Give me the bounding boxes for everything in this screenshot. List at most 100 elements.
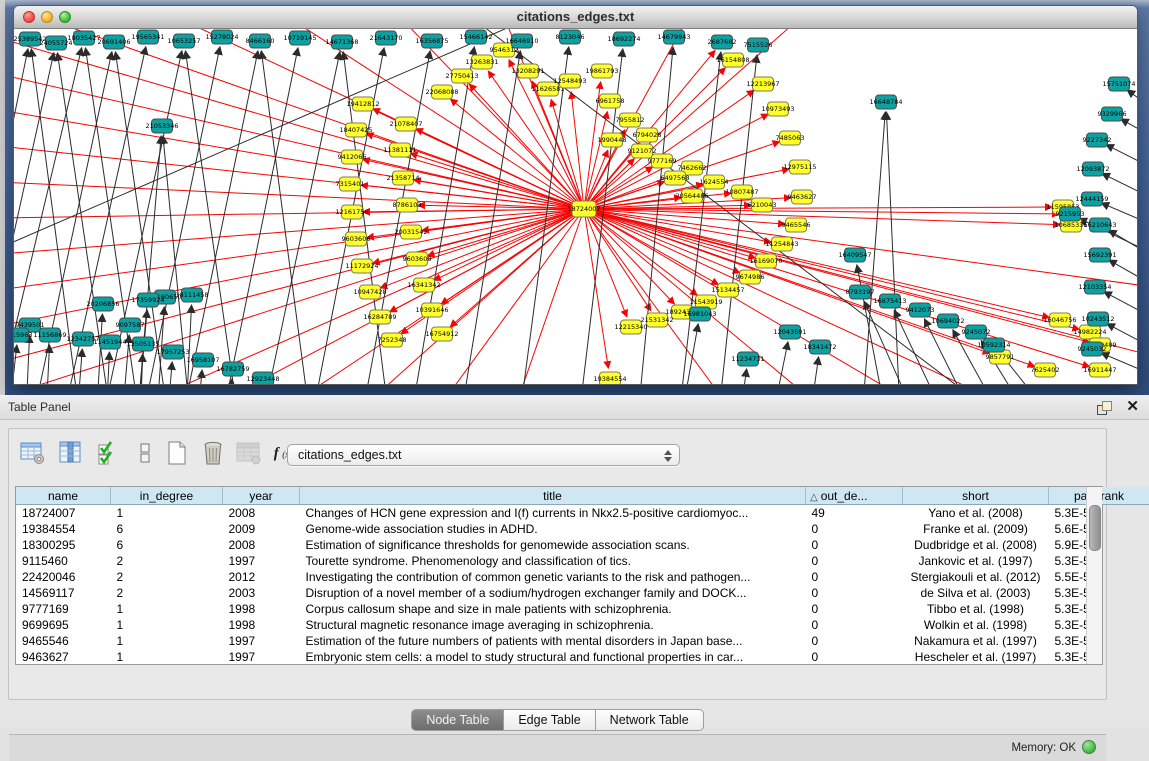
table-cell[interactable]: Investigating the contribution of common… — [300, 569, 806, 585]
table-cell[interactable]: Changes of HCN gene expression and I(f) … — [300, 505, 806, 522]
graph-node[interactable]: 7955812 — [616, 113, 645, 127]
graph-node[interactable]: 15134457 — [711, 283, 744, 297]
graph-node[interactable]: 12103354 — [1078, 280, 1111, 294]
table-cell[interactable]: 6 — [111, 537, 223, 553]
table-cell[interactable]: 1 — [111, 617, 223, 633]
graph-node[interactable]: 16210643 — [1083, 218, 1116, 232]
table-vertical-scrollbar[interactable] — [1086, 487, 1102, 664]
column-header-in_degree[interactable]: in_degree — [111, 487, 223, 505]
graph-node[interactable]: 20031542 — [394, 225, 427, 239]
graph-node[interactable]: 16875413 — [873, 294, 906, 308]
clear-selection-icon[interactable] — [131, 439, 159, 467]
graph-node[interactable]: 15278024 — [205, 30, 238, 44]
table-cell[interactable]: 1 — [111, 649, 223, 665]
graph-node[interactable]: 21053346 — [145, 119, 178, 133]
delete-table-icon[interactable] — [199, 439, 227, 467]
graph-node[interactable]: 16341342 — [407, 278, 440, 292]
table-row[interactable]: 1830029562008Estimation of significance … — [16, 537, 1149, 553]
network-graph-canvas[interactable]: 1615480812213967109734937485063129751159… — [14, 29, 1137, 384]
table-cell[interactable]: 9699695 — [16, 617, 111, 633]
table-cell[interactable]: 0 — [806, 585, 903, 601]
graph-node[interactable]: 16284789 — [363, 310, 396, 324]
graph-node[interactable]: 8466160 — [246, 34, 275, 48]
column-header-title[interactable]: title — [300, 487, 806, 505]
table-row[interactable]: 946554611997Estimation of the future num… — [16, 633, 1149, 649]
graph-node[interactable]: 1990448 — [598, 133, 627, 147]
table-selector-dropdown[interactable]: citations_edges.txt — [287, 444, 680, 466]
table-row[interactable]: 969969511998Structural magnetic resonanc… — [16, 617, 1149, 633]
table-cell[interactable]: 0 — [806, 617, 903, 633]
graph-node[interactable]: 9227342 — [1083, 133, 1112, 147]
graph-node[interactable]: 7315401 — [336, 177, 365, 191]
table-cell[interactable]: 9463627 — [16, 649, 111, 665]
table-cell[interactable]: Wolkin et al. (1998) — [903, 617, 1049, 633]
graph-node[interactable]: 19384554 — [593, 372, 626, 384]
table-cell[interactable]: Dudbridge et al. (2008) — [903, 537, 1049, 553]
graph-node[interactable]: 12923448 — [246, 372, 279, 384]
table-row[interactable]: 977716911998Corpus callosum shape and si… — [16, 601, 1149, 617]
table-cell[interactable]: 2008 — [223, 537, 300, 553]
graph-node[interactable]: 12975115 — [783, 160, 816, 174]
table-cell[interactable]: Hescheler et al. (1997) — [903, 649, 1049, 665]
graph-node[interactable]: 16754912 — [425, 327, 458, 341]
graph-node[interactable]: 15692391 — [1083, 248, 1116, 262]
table-cell[interactable]: 1 — [111, 601, 223, 617]
graph-node[interactable]: 16154808 — [716, 53, 749, 67]
graph-node[interactable]: 9245072 — [962, 325, 991, 339]
column-header-short[interactable]: short — [903, 487, 1049, 505]
graph-node[interactable]: 9603606 — [342, 232, 371, 246]
graph-node[interactable]: 1624554 — [700, 175, 729, 189]
graph-node[interactable]: 27750413 — [445, 69, 478, 83]
graph-node[interactable]: 16911447 — [1083, 363, 1116, 377]
close-icon[interactable]: ✕ — [1126, 398, 1139, 416]
table-cell[interactable]: 14569117 — [16, 585, 111, 601]
table-cell[interactable]: 1997 — [223, 649, 300, 665]
table-row[interactable]: 2242004622012Investigating the contribut… — [16, 569, 1149, 585]
table-row[interactable]: 911546021997Tourette syndrome. Phenomeno… — [16, 553, 1149, 569]
graph-node[interactable]: 16782759 — [216, 362, 249, 376]
scrollbar-thumb[interactable] — [1089, 505, 1101, 551]
show-column-icon[interactable] — [57, 439, 85, 467]
table-cell[interactable]: Tibbo et al. (1998) — [903, 601, 1049, 617]
window-titlebar[interactable]: citations_edges.txt — [14, 6, 1137, 29]
graph-node[interactable]: 9674986 — [736, 270, 765, 284]
table-cell[interactable]: Yano et al. (2008) — [903, 505, 1049, 522]
graph-node[interactable]: 8786103 — [393, 198, 422, 212]
graph-node[interactable]: 11172924 — [345, 259, 378, 273]
graph-node[interactable]: 12043591 — [773, 325, 806, 339]
table-cell[interactable]: 2 — [111, 569, 223, 585]
tab-network-table[interactable]: Network Table — [596, 709, 704, 731]
new-file-icon[interactable] — [163, 439, 191, 467]
graph-node[interactable]: 9603608 — [403, 252, 432, 266]
graph-node[interactable]: 6794028 — [633, 128, 662, 142]
table-cell[interactable]: 2012 — [223, 569, 300, 585]
graph-node[interactable]: 9215953 — [1056, 207, 1085, 221]
graph-node[interactable]: 2687682 — [708, 35, 737, 49]
table-cell[interactable]: Jankovic et al. (1997) — [903, 553, 1049, 569]
graph-node[interactable]: 21643170 — [369, 31, 402, 45]
table-cell[interactable]: 2003 — [223, 585, 300, 601]
table-cell[interactable]: 0 — [806, 569, 903, 585]
graph-node[interactable]: 16046756 — [1043, 313, 1076, 327]
table-cell[interactable]: Franke et al. (2009) — [903, 521, 1049, 537]
graph-node[interactable]: 7625402 — [1031, 363, 1060, 377]
table-cell[interactable]: 9115460 — [16, 553, 111, 569]
graph-node[interactable]: 10653257 — [167, 34, 200, 48]
graph-node[interactable]: 9412073 — [906, 303, 935, 317]
graph-node[interactable]: 9465546 — [782, 218, 811, 232]
table-cell[interactable]: 0 — [806, 537, 903, 553]
graph-node[interactable]: 8793197 — [846, 285, 875, 299]
table-cell[interactable]: 0 — [806, 649, 903, 665]
table-cell[interactable]: 1997 — [223, 633, 300, 649]
graph-node[interactable]: 6210043 — [748, 198, 777, 212]
network-view-window[interactable]: citations_edges.txt 16154808122139671097… — [13, 5, 1138, 385]
graph-node[interactable]: 11254843 — [765, 237, 798, 251]
graph-node[interactable]: 10807487 — [725, 185, 758, 199]
table-cell[interactable]: 2 — [111, 553, 223, 569]
graph-node[interactable]: 14679943 — [657, 30, 690, 44]
graph-node[interactable]: 9329966 — [1098, 107, 1127, 121]
table-cell[interactable]: 0 — [806, 553, 903, 569]
graph-node[interactable]: 19861793 — [585, 64, 618, 78]
column-header-out_de[interactable]: △out_de... — [806, 487, 903, 505]
table-cell[interactable]: 49 — [806, 505, 903, 522]
